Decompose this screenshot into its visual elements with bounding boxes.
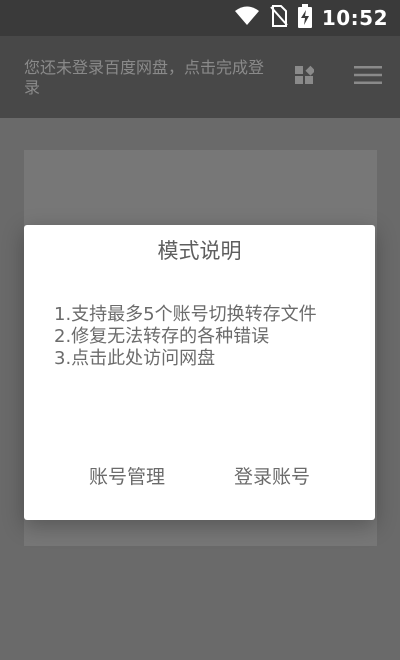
login-prompt-title[interactable]: 您还未登录百度网盘，点击完成登录 bbox=[24, 58, 279, 98]
dialog-line-1: 1.支持最多5个账号切换转存文件 bbox=[54, 304, 317, 325]
status-time: 10:52 bbox=[321, 6, 388, 30]
status-icons: 10:52 bbox=[234, 0, 388, 36]
account-manage-button[interactable]: 账号管理 bbox=[84, 459, 170, 495]
battery-charging-icon bbox=[297, 4, 312, 32]
grid-button[interactable] bbox=[272, 36, 336, 118]
dialog-line-2: 2.修复无法转存的各种错误 bbox=[54, 326, 270, 347]
login-account-button[interactable]: 登录账号 bbox=[229, 459, 315, 495]
mode-info-dialog: 模式说明 1.支持最多5个账号切换转存文件 2.修复无法转存的各种错误 3.点击… bbox=[24, 225, 375, 520]
menu-button[interactable] bbox=[336, 36, 400, 118]
dialog-body[interactable]: 1.支持最多5个账号切换转存文件 2.修复无法转存的各种错误 3.点击此处访问网… bbox=[54, 304, 354, 370]
dialog-actions: 账号管理 登录账号 bbox=[24, 459, 375, 495]
status-bar: 10:52 bbox=[0, 0, 400, 36]
menu-icon bbox=[354, 65, 382, 89]
dialog-line-3[interactable]: 3.点击此处访问网盘 bbox=[54, 348, 354, 370]
app-bar: 您还未登录百度网盘，点击完成登录 bbox=[0, 36, 400, 118]
grid-icon bbox=[294, 65, 316, 89]
wifi-icon bbox=[234, 6, 260, 30]
no-sim-icon bbox=[270, 5, 288, 31]
dialog-title: 模式说明 bbox=[157, 239, 242, 263]
app-bar-actions bbox=[272, 36, 400, 118]
